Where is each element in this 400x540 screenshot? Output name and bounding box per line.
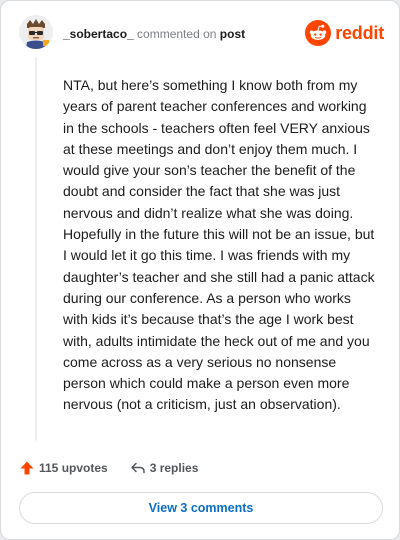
reply-count: 3 replies (149, 461, 199, 475)
comment-card: _sobertaco_ commented on post reddit NTA… (0, 0, 400, 540)
upvote-button[interactable]: 115 upvotes (19, 460, 108, 476)
comment-meta: _sobertaco_ commented on post (63, 27, 245, 41)
user-avatar[interactable] (19, 15, 53, 49)
reddit-logo-icon (305, 20, 332, 46)
username-link[interactable]: _sobertaco_ (63, 27, 134, 41)
upvote-arrow-icon (20, 461, 34, 475)
reddit-brand[interactable]: reddit (305, 20, 384, 46)
comment-actions: 115 upvotes 3 replies (19, 457, 198, 479)
thread-line[interactable] (35, 57, 37, 441)
reply-arrow-icon (130, 462, 145, 474)
avatar-icon (19, 15, 53, 49)
comment-body: NTA, but here’s something I know both fr… (63, 77, 375, 413)
comment-header: _sobertaco_ commented on post reddit (1, 1, 400, 67)
reddit-wordmark: reddit (335, 22, 384, 43)
commented-on-text: commented on (137, 27, 217, 41)
post-link[interactable]: post (220, 27, 245, 41)
reply-button[interactable]: 3 replies (130, 460, 199, 476)
upvote-count: 115 upvotes (39, 461, 108, 475)
view-comments-button[interactable]: View 3 comments (19, 492, 383, 524)
